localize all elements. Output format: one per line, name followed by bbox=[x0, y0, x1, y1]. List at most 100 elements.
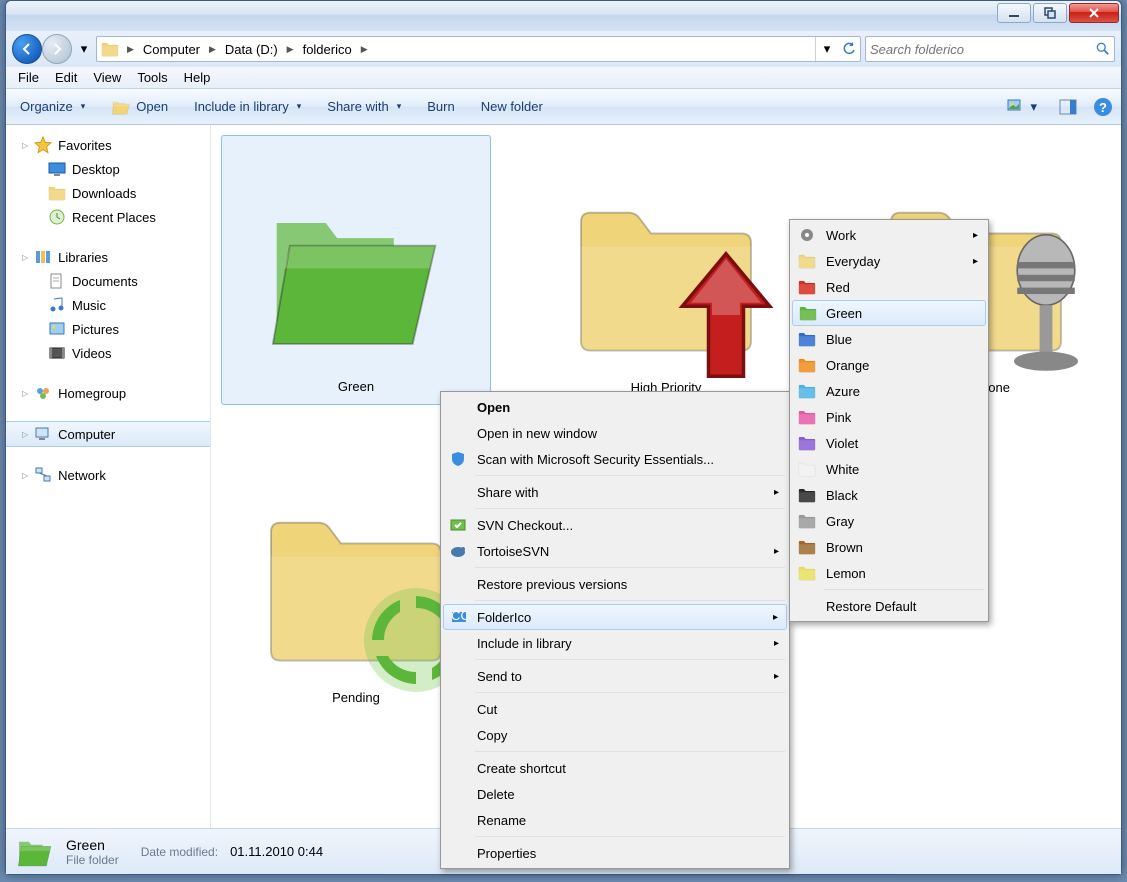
search-box[interactable] bbox=[865, 36, 1115, 62]
ctx-send-to[interactable]: Send to bbox=[443, 663, 787, 689]
sidebar-documents[interactable]: Documents bbox=[6, 269, 210, 293]
status-name: Green bbox=[66, 837, 119, 853]
sub-restore-default[interactable]: Restore Default bbox=[792, 593, 986, 619]
menu-file[interactable]: File bbox=[10, 68, 47, 87]
ctx-include-library[interactable]: Include in library bbox=[443, 630, 787, 656]
breadcrumb-item[interactable]: Data (D:) bbox=[220, 37, 283, 61]
ctx-folderico[interactable]: ICOFolderIco bbox=[443, 604, 787, 630]
refresh-button[interactable] bbox=[838, 37, 860, 61]
gear-icon bbox=[798, 226, 816, 244]
shield-icon bbox=[449, 450, 467, 468]
history-dropdown[interactable]: ▾ bbox=[76, 35, 92, 63]
menu-help[interactable]: Help bbox=[176, 68, 219, 87]
preview-pane-button[interactable] bbox=[1053, 96, 1083, 118]
breadcrumb-item[interactable]: folderico bbox=[298, 37, 357, 61]
ctx-share-with[interactable]: Share with bbox=[443, 479, 787, 505]
status-meta-value: 01.11.2010 0:44 bbox=[230, 844, 323, 859]
ctx-delete[interactable]: Delete bbox=[443, 781, 787, 807]
sidebar-pictures[interactable]: Pictures bbox=[6, 317, 210, 341]
menu-view[interactable]: View bbox=[85, 68, 129, 87]
folder-icon bbox=[798, 408, 816, 426]
sidebar-homegroup[interactable]: Homegroup bbox=[6, 381, 210, 405]
search-input[interactable] bbox=[870, 42, 1096, 57]
sidebar-favorites[interactable]: Favorites bbox=[6, 133, 210, 157]
sub-violet[interactable]: Violet bbox=[792, 430, 986, 456]
sidebar-recent[interactable]: Recent Places bbox=[6, 205, 210, 229]
sub-azure[interactable]: Azure bbox=[792, 378, 986, 404]
burn-button[interactable]: Burn bbox=[421, 96, 460, 117]
ctx-open[interactable]: Open bbox=[443, 394, 787, 420]
downloads-icon bbox=[48, 184, 66, 202]
network-icon bbox=[34, 466, 52, 484]
folder-item-green[interactable]: Green bbox=[221, 135, 491, 405]
share-with-button[interactable]: Share with bbox=[321, 96, 407, 117]
forward-button[interactable] bbox=[42, 34, 72, 64]
back-button[interactable] bbox=[12, 34, 42, 64]
chevron-right-icon[interactable]: ▶ bbox=[357, 37, 372, 61]
chevron-right-icon[interactable]: ▶ bbox=[283, 37, 298, 61]
sidebar-network[interactable]: Network bbox=[6, 463, 210, 487]
menu-tools[interactable]: Tools bbox=[129, 68, 175, 87]
sub-gray[interactable]: Gray bbox=[792, 508, 986, 534]
sidebar-videos[interactable]: Videos bbox=[6, 341, 210, 365]
ctx-cut[interactable]: Cut bbox=[443, 696, 787, 722]
address-dropdown[interactable]: ▾ bbox=[816, 37, 838, 61]
sub-brown[interactable]: Brown bbox=[792, 534, 986, 560]
ctx-tortoisesvn[interactable]: TortoiseSVN bbox=[443, 538, 787, 564]
sidebar-computer[interactable]: Computer bbox=[6, 421, 210, 447]
status-meta-label: Date modified: bbox=[141, 845, 218, 859]
folder-icon bbox=[798, 460, 816, 478]
sub-pink[interactable]: Pink bbox=[792, 404, 986, 430]
computer-icon bbox=[34, 425, 52, 443]
sub-green[interactable]: Green bbox=[792, 300, 986, 326]
sub-blue[interactable]: Blue bbox=[792, 326, 986, 352]
svn-icon bbox=[449, 516, 467, 534]
close-button[interactable] bbox=[1069, 3, 1119, 23]
address-bar[interactable]: ▶ Computer ▶ Data (D:) ▶ folderico ▶ ▾ bbox=[96, 36, 861, 62]
sub-red[interactable]: Red bbox=[792, 274, 986, 300]
new-folder-button[interactable]: New folder bbox=[475, 96, 549, 117]
ctx-scan[interactable]: Scan with Microsoft Security Essentials.… bbox=[443, 446, 787, 472]
chevron-right-icon[interactable]: ▶ bbox=[205, 37, 220, 61]
minimize-button[interactable] bbox=[997, 3, 1031, 23]
ctx-create-shortcut[interactable]: Create shortcut bbox=[443, 755, 787, 781]
breadcrumb-item[interactable]: Computer bbox=[138, 37, 205, 61]
folder-icon bbox=[798, 330, 816, 348]
menu-edit[interactable]: Edit bbox=[47, 68, 85, 87]
ctx-open-new-window[interactable]: Open in new window bbox=[443, 420, 787, 446]
menu-bar: File Edit View Tools Help bbox=[6, 67, 1121, 89]
folder-icon bbox=[798, 512, 816, 530]
titlebar[interactable] bbox=[6, 1, 1121, 31]
ctx-rename[interactable]: Rename bbox=[443, 807, 787, 833]
desktop-icon bbox=[48, 160, 66, 178]
ctx-properties[interactable]: Properties bbox=[443, 840, 787, 866]
sub-lemon[interactable]: Lemon bbox=[792, 560, 986, 586]
folder-icon bbox=[798, 538, 816, 556]
navigation-bar: ▾ ▶ Computer ▶ Data (D:) ▶ folderico ▶ ▾ bbox=[6, 31, 1121, 67]
sidebar-music[interactable]: Music bbox=[6, 293, 210, 317]
open-button[interactable]: Open bbox=[105, 94, 174, 120]
folder-item-high-priority[interactable]: High Priority bbox=[531, 135, 801, 405]
folder-icon bbox=[798, 252, 816, 270]
sub-orange[interactable]: Orange bbox=[792, 352, 986, 378]
sub-everyday[interactable]: Everyday bbox=[792, 248, 986, 274]
help-icon[interactable] bbox=[1093, 97, 1113, 117]
folder-icon bbox=[16, 833, 54, 871]
view-options-button[interactable]: ▾ bbox=[1001, 96, 1043, 118]
folder-open-icon bbox=[111, 97, 131, 117]
folder-icon bbox=[798, 486, 816, 504]
sidebar-desktop[interactable]: Desktop bbox=[6, 157, 210, 181]
sub-work[interactable]: Work bbox=[792, 222, 986, 248]
ctx-svn-checkout[interactable]: SVN Checkout... bbox=[443, 512, 787, 538]
sidebar-libraries[interactable]: Libraries bbox=[6, 245, 210, 269]
sub-black[interactable]: Black bbox=[792, 482, 986, 508]
sidebar-downloads[interactable]: Downloads bbox=[6, 181, 210, 205]
svg-text:ICO: ICO bbox=[450, 608, 468, 623]
maximize-button[interactable] bbox=[1033, 3, 1067, 23]
chevron-right-icon[interactable]: ▶ bbox=[123, 37, 138, 61]
include-library-button[interactable]: Include in library bbox=[188, 96, 307, 117]
organize-button[interactable]: Organize bbox=[14, 96, 91, 117]
sub-white[interactable]: White bbox=[792, 456, 986, 482]
ctx-copy[interactable]: Copy bbox=[443, 722, 787, 748]
ctx-restore-previous[interactable]: Restore previous versions bbox=[443, 571, 787, 597]
